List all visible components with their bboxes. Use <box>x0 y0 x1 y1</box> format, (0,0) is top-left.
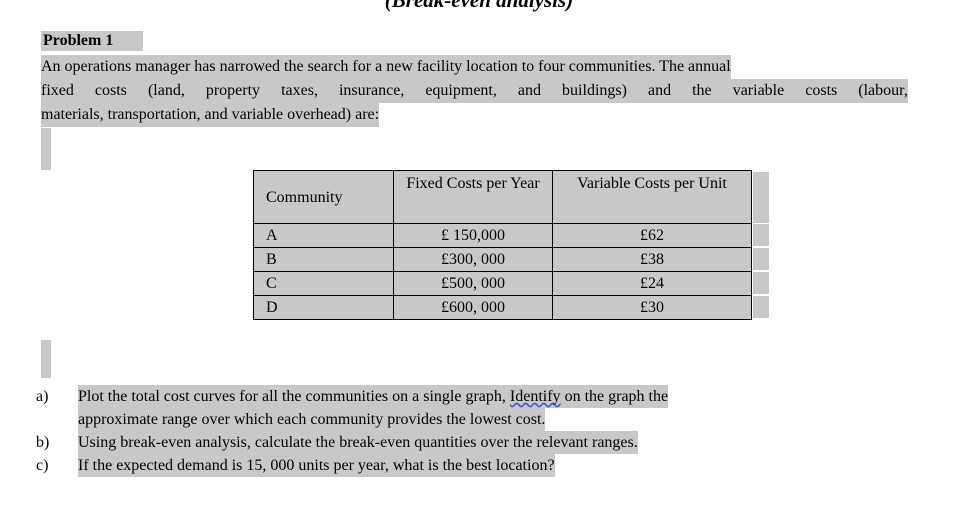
intro-paragraph: An operations manager has narrowed the s… <box>41 55 908 127</box>
facility-cost-table: Community Fixed Costs per Year Variable … <box>253 170 752 320</box>
question-a-line-1-pre: Plot the total cost curves for all the c… <box>78 388 510 405</box>
question-c-line-1: If the expected demand is 15, 000 units … <box>78 454 916 477</box>
eol-mark-row <box>753 272 769 294</box>
table-cell-community: C <box>253 271 394 296</box>
table-cell-variable-costs: £24 <box>552 271 752 296</box>
question-a-line-1: Plot the total cost curves for all the c… <box>78 385 916 408</box>
question-a-line-2-highlight: approximate range over which each commun… <box>78 408 546 431</box>
question-text-a: Plot the total cost curves for all the c… <box>78 385 916 431</box>
question-item-c: c) If the expected demand is 15, 000 uni… <box>36 454 916 477</box>
intro-w10: and <box>647 82 672 99</box>
intro-w7: equipment, <box>425 82 497 99</box>
intro-line-1: An operations manager has narrowed the s… <box>41 55 908 79</box>
table-cell-fixed-costs: £500, 000 <box>393 271 553 296</box>
table-header-fixed-costs: Fixed Costs per Year <box>393 170 553 224</box>
table-cell-community: B <box>253 247 394 272</box>
selected-empty-line-lower <box>41 340 51 378</box>
table-end-of-row-selection-strip <box>753 172 769 320</box>
intro-line-1-text: An operations manager has narrowed the s… <box>41 55 731 79</box>
table-header-variable-costs: Variable Costs per Unit <box>552 170 752 224</box>
question-marker-b: b) <box>36 434 50 451</box>
table-header-row: Community Fixed Costs per Year Variable … <box>253 170 752 224</box>
table-cell-community: A <box>253 223 394 248</box>
table-cell-variable-costs: £38 <box>552 247 752 272</box>
table-cell-variable-costs: £62 <box>552 223 752 248</box>
intro-line-3-text: materials, transportation, and variable … <box>41 103 380 127</box>
intro-w11: the <box>692 82 712 99</box>
intro-w8: and <box>517 82 542 99</box>
table-header-community: Community <box>253 170 394 224</box>
table-cell-variable-costs: £30 <box>552 295 752 320</box>
table-row: A £ 150,000 £62 <box>253 223 752 248</box>
table-header-community-label: Community <box>266 189 343 206</box>
eol-mark-row <box>753 248 769 270</box>
question-a-line-1-post: on the graph the <box>560 388 669 405</box>
question-marker-a: a) <box>36 388 49 405</box>
question-item-b: b) Using break-even analysis, calculate … <box>36 431 916 454</box>
intro-w6: insurance, <box>338 82 405 99</box>
document-title: (Break-even analysis) <box>384 0 574 12</box>
problem-heading: Problem 1 <box>41 31 144 51</box>
eol-mark-header <box>753 172 769 223</box>
intro-w4: property <box>205 82 261 99</box>
table-cell-community: D <box>253 295 394 320</box>
question-b-line-1: Using break-even analysis, calculate the… <box>78 431 916 454</box>
eol-mark-row <box>753 224 769 246</box>
problem-heading-text: Problem 1 <box>43 32 114 49</box>
table-row: B £300, 000 £38 <box>253 247 752 272</box>
table-cell-fixed-costs: £600, 000 <box>393 295 553 320</box>
document-title-clip: (Break-even analysis) <box>0 0 958 14</box>
question-c-line-1-highlight: If the expected demand is 15, 000 units … <box>78 454 555 477</box>
eol-mark-row <box>753 296 769 318</box>
question-marker-c: c) <box>36 457 49 474</box>
question-a-line-2: approximate range over which each commun… <box>78 408 916 431</box>
table-cell-community-label: B <box>266 251 277 268</box>
question-a-line-1-highlight: Plot the total cost curves for all the c… <box>78 385 669 408</box>
question-text-c: If the expected demand is 15, 000 units … <box>78 454 916 477</box>
intro-w14: (labour, <box>858 82 908 99</box>
intro-w2: costs <box>94 82 127 99</box>
table-cell-community-label: A <box>266 227 278 244</box>
question-list: a) Plot the total cost curves for all th… <box>36 385 916 477</box>
table-cell-fixed-costs: £ 150,000 <box>393 223 553 248</box>
question-item-a: a) Plot the total cost curves for all th… <box>36 385 916 431</box>
intro-w5: taxes, <box>281 82 318 99</box>
table-cell-fixed-costs: £300, 000 <box>393 247 553 272</box>
table-cell-community-label: D <box>266 299 278 316</box>
question-b-line-1-highlight: Using break-even analysis, calculate the… <box>78 431 638 454</box>
spellcheck-misspelled-word: Identify <box>509 388 561 405</box>
intro-line-2: fixed costs (land, property taxes, insurance,… <box>41 79 908 103</box>
table-row: D £600, 000 £30 <box>253 295 752 320</box>
intro-w13: costs <box>805 82 838 99</box>
table-row: C £500, 000 £24 <box>253 271 752 296</box>
selected-empty-line-upper <box>41 128 51 170</box>
intro-w3: (land, <box>147 82 185 99</box>
question-text-b: Using break-even analysis, calculate the… <box>78 431 916 454</box>
intro-w1: fixed <box>41 82 74 99</box>
intro-w9: buildings) <box>562 82 627 99</box>
intro-w12: variable <box>732 82 785 99</box>
intro-line-3: materials, transportation, and variable … <box>41 103 908 127</box>
table-cell-community-label: C <box>266 275 277 292</box>
